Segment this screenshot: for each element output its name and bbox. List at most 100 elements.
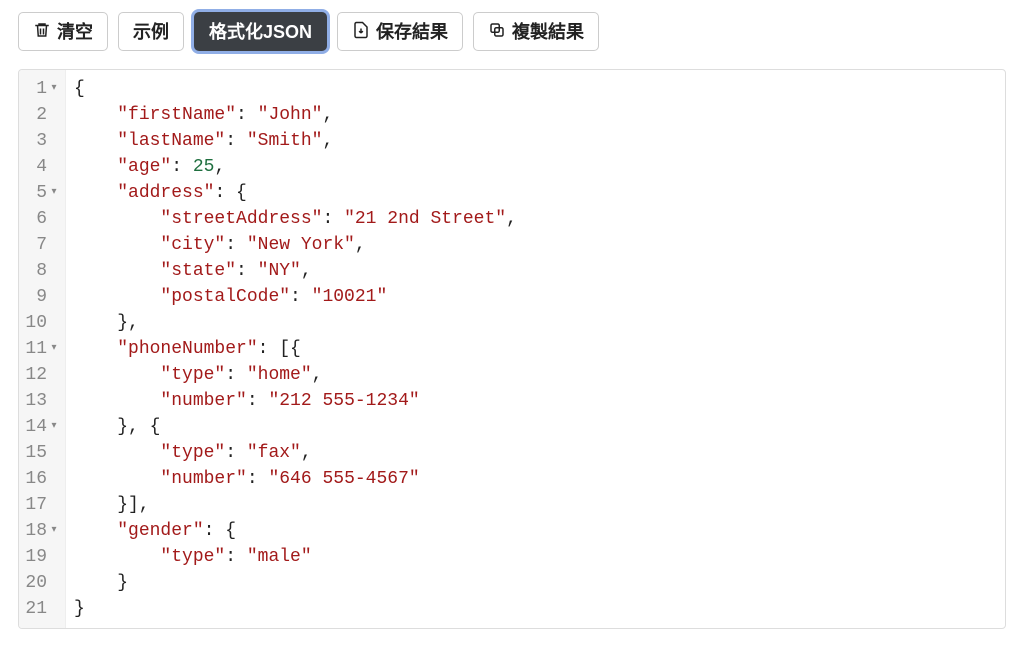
code-token: :: [247, 469, 269, 489]
code-line[interactable]: "address": {: [74, 180, 517, 206]
example-button[interactable]: 示例: [118, 12, 184, 51]
code-token: ,: [506, 209, 517, 229]
line-number: 13: [25, 388, 47, 414]
gutter-line: 19: [19, 544, 65, 570]
code-line[interactable]: "number": "212 555-1234": [74, 388, 517, 414]
code-token: :: [290, 287, 312, 307]
gutter-line[interactable]: 14▾: [19, 414, 65, 440]
gutter-line: 2: [19, 102, 65, 128]
code-token: "John": [258, 105, 323, 125]
code-line[interactable]: "number": "646 555-4567": [74, 466, 517, 492]
code-line[interactable]: "type": "fax",: [74, 440, 517, 466]
gutter-line: 4: [19, 154, 65, 180]
copy-result-button-label: 複製結果: [512, 23, 584, 41]
code-token: :: [225, 235, 247, 255]
gutter-line: 13: [19, 388, 65, 414]
line-number: 17: [25, 492, 47, 518]
trash-icon: [33, 21, 51, 42]
code-token: "state": [160, 261, 236, 281]
code-token: [74, 131, 117, 151]
code-token: ,: [214, 157, 225, 177]
code-token: [74, 443, 160, 463]
json-editor[interactable]: 1▾2345▾67891011▾121314▾15161718▾192021 {…: [18, 69, 1006, 629]
fold-toggle-icon[interactable]: ▾: [49, 76, 59, 102]
code-token: "number": [160, 469, 246, 489]
code-token: "male": [247, 547, 312, 567]
code-token: [74, 209, 160, 229]
code-token: [74, 547, 160, 567]
code-token: "streetAddress": [160, 209, 322, 229]
line-number: 11: [25, 336, 47, 362]
line-number: 12: [25, 362, 47, 388]
code-token: 25: [193, 157, 215, 177]
code-token: [74, 365, 160, 385]
page-root: 清空 示例 格式化JSON 保存結果 複製結果: [0, 0, 1024, 659]
gutter-line: 20: [19, 570, 65, 596]
code-token: "postalCode": [160, 287, 290, 307]
code-token: "Smith": [247, 131, 323, 151]
code-token: "home": [247, 365, 312, 385]
code-line[interactable]: }: [74, 596, 517, 622]
gutter-line[interactable]: 11▾: [19, 336, 65, 362]
code-token: : {: [214, 183, 246, 203]
gutter-line: 12: [19, 362, 65, 388]
code-line[interactable]: "lastName": "Smith",: [74, 128, 517, 154]
code-line[interactable]: "age": 25,: [74, 154, 517, 180]
fold-toggle-icon[interactable]: ▾: [49, 336, 59, 362]
gutter-line[interactable]: 18▾: [19, 518, 65, 544]
gutter-line[interactable]: 1▾: [19, 76, 65, 102]
download-file-icon: [352, 21, 370, 42]
code-line[interactable]: "phoneNumber": [{: [74, 336, 517, 362]
code-token: },: [74, 313, 139, 333]
fold-toggle-icon[interactable]: ▾: [49, 414, 59, 440]
code-token: ,: [355, 235, 366, 255]
code-line[interactable]: {: [74, 76, 517, 102]
line-number: 6: [25, 206, 47, 232]
code-line[interactable]: "postalCode": "10021": [74, 284, 517, 310]
code-token: "NY": [258, 261, 301, 281]
code-line[interactable]: }],: [74, 492, 517, 518]
code-token: "646 555-4567": [268, 469, 419, 489]
code-line[interactable]: "state": "NY",: [74, 258, 517, 284]
code-line[interactable]: "gender": {: [74, 518, 517, 544]
code-token: "21 2nd Street": [344, 209, 506, 229]
code-line[interactable]: "type": "home",: [74, 362, 517, 388]
code-token: "age": [117, 157, 171, 177]
line-number: 10: [25, 310, 47, 336]
code-line[interactable]: }: [74, 570, 517, 596]
gutter-line: 6: [19, 206, 65, 232]
code-token: ,: [301, 443, 312, 463]
format-json-button-label: 格式化JSON: [209, 23, 312, 41]
clear-button[interactable]: 清空: [18, 12, 108, 51]
copy-result-button[interactable]: 複製結果: [473, 12, 599, 51]
clear-button-label: 清空: [57, 23, 93, 41]
code-line[interactable]: }, {: [74, 414, 517, 440]
code-token: [74, 287, 160, 307]
code-token: "number": [160, 391, 246, 411]
gutter-line: 7: [19, 232, 65, 258]
copy-icon: [488, 21, 506, 42]
code-line[interactable]: "city": "New York",: [74, 232, 517, 258]
fold-toggle-icon[interactable]: ▾: [49, 180, 59, 206]
line-number: 2: [25, 102, 47, 128]
code-token: "phoneNumber": [117, 339, 257, 359]
code-token: "city": [160, 235, 225, 255]
gutter-line: 16: [19, 466, 65, 492]
line-number: 8: [25, 258, 47, 284]
code-token: : {: [204, 521, 236, 541]
code-token: "type": [160, 365, 225, 385]
line-number: 7: [25, 232, 47, 258]
code-token: ,: [322, 131, 333, 151]
code-line[interactable]: "type": "male": [74, 544, 517, 570]
format-json-button[interactable]: 格式化JSON: [194, 12, 327, 51]
code-line[interactable]: },: [74, 310, 517, 336]
code-line[interactable]: "streetAddress": "21 2nd Street",: [74, 206, 517, 232]
toolbar: 清空 示例 格式化JSON 保存結果 複製結果: [18, 12, 1006, 51]
editor-code[interactable]: { "firstName": "John", "lastName": "Smit…: [66, 70, 525, 628]
code-line[interactable]: "firstName": "John",: [74, 102, 517, 128]
code-token: }: [74, 573, 128, 593]
fold-toggle-icon[interactable]: ▾: [49, 518, 59, 544]
gutter-line[interactable]: 5▾: [19, 180, 65, 206]
code-token: :: [247, 391, 269, 411]
save-result-button[interactable]: 保存結果: [337, 12, 463, 51]
